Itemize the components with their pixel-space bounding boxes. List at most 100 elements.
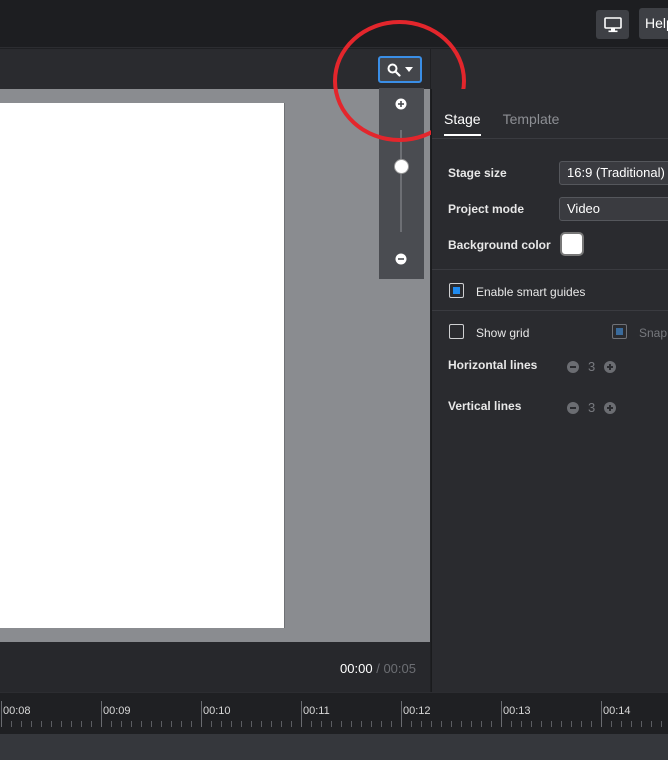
vertical-lines-label: Vertical lines xyxy=(448,399,522,413)
timeline-minor-tick xyxy=(641,721,642,727)
timeline-minor-tick xyxy=(461,721,462,727)
time-separator: / xyxy=(376,661,380,676)
preview-monitor-button[interactable] xyxy=(596,10,629,39)
zoom-out-icon[interactable] xyxy=(395,253,407,265)
timeline-tick-label: 00:10 xyxy=(203,705,231,717)
timeline-minor-tick xyxy=(381,721,382,727)
timeline-tick-label: 00:09 xyxy=(103,705,131,717)
stage-canvas[interactable] xyxy=(0,103,285,628)
monitor-icon xyxy=(603,16,622,32)
timeline-minor-tick xyxy=(191,721,192,727)
timeline-tick-label: 00:12 xyxy=(403,705,431,717)
timeline-major-tick xyxy=(1,701,2,727)
timeline-minor-tick xyxy=(91,721,92,727)
timeline-minor-tick xyxy=(111,721,112,727)
project-mode-select[interactable]: Video xyxy=(559,197,668,221)
timeline-minor-tick xyxy=(271,721,272,727)
timeline-minor-tick xyxy=(241,721,242,727)
timeline-minor-tick xyxy=(591,721,592,727)
snap-checkbox[interactable] xyxy=(612,324,627,339)
timeline-minor-tick xyxy=(651,721,652,727)
timeline-major-tick xyxy=(101,701,102,727)
show-grid-label: Show grid xyxy=(476,326,530,340)
timeline-minor-tick xyxy=(371,721,372,727)
timeline-minor-tick xyxy=(281,721,282,727)
timeline-minor-tick xyxy=(321,721,322,727)
zoom-dropdown-button[interactable] xyxy=(378,56,422,83)
zoom-slider-thumb[interactable] xyxy=(394,158,409,174)
timeline-minor-tick xyxy=(21,721,22,727)
smart-guides-checkbox[interactable] xyxy=(449,283,464,298)
timecode-display: 00:00 / 00:05 xyxy=(340,661,416,676)
zoom-slider-track[interactable] xyxy=(400,130,402,232)
project-mode-label: Project mode xyxy=(448,202,525,216)
stage-size-label: Stage size xyxy=(448,166,507,180)
timeline-major-tick xyxy=(201,701,202,727)
timeline-minor-tick xyxy=(621,721,622,727)
timeline-minor-tick xyxy=(481,721,482,727)
timeline-track[interactable] xyxy=(0,734,668,760)
timeline-minor-tick xyxy=(31,721,32,727)
timeline-minor-tick xyxy=(291,721,292,727)
show-grid-checkbox[interactable] xyxy=(449,324,464,339)
tab-template[interactable]: Template xyxy=(503,111,560,136)
timeline-minor-tick xyxy=(581,721,582,727)
timeline-minor-tick xyxy=(411,721,412,727)
timeline-minor-tick xyxy=(51,721,52,727)
timeline-minor-tick xyxy=(131,721,132,727)
timeline-minor-tick xyxy=(571,721,572,727)
timeline-minor-tick xyxy=(261,721,262,727)
timeline-minor-tick xyxy=(431,721,432,727)
stage-size-select[interactable]: 16:9 (Traditional) xyxy=(559,161,668,185)
minus-circle-icon[interactable] xyxy=(567,360,579,373)
plus-circle-icon[interactable] xyxy=(604,360,617,373)
tab-stage[interactable]: Stage xyxy=(444,111,481,136)
section-divider xyxy=(432,310,668,311)
tab-divider xyxy=(432,138,668,139)
total-time: 00:05 xyxy=(383,661,416,676)
timeline-major-tick xyxy=(301,701,302,727)
horizontal-lines-label: Horizontal lines xyxy=(448,358,538,372)
timeline-minor-tick xyxy=(341,721,342,727)
section-divider xyxy=(432,269,668,270)
snap-label: Snap xyxy=(639,326,668,340)
timeline-minor-tick xyxy=(521,721,522,727)
horizontal-lines-value: 3 xyxy=(588,359,596,374)
timeline-minor-tick xyxy=(611,721,612,727)
timeline-tick-label: 00:13 xyxy=(503,705,531,717)
timeline-minor-tick xyxy=(541,721,542,727)
timeline-minor-tick xyxy=(351,721,352,727)
timeline-minor-tick xyxy=(331,721,332,727)
timeline-tick-label: 00:14 xyxy=(603,705,631,717)
timeline-minor-tick xyxy=(161,721,162,727)
help-button[interactable]: Help xyxy=(639,8,668,39)
timeline-major-tick xyxy=(401,701,402,727)
timeline-minor-tick xyxy=(171,721,172,727)
timeline-minor-tick xyxy=(141,721,142,727)
background-color-swatch[interactable] xyxy=(560,232,584,256)
panel-tabs: Stage Template xyxy=(444,111,559,136)
timeline-minor-tick xyxy=(121,721,122,727)
top-bar: Help xyxy=(0,0,668,48)
timeline-tick-label: 00:08 xyxy=(3,705,31,717)
timeline-minor-tick xyxy=(151,721,152,727)
timeline-minor-tick xyxy=(491,721,492,727)
timeline-minor-tick xyxy=(71,721,72,727)
panel-header xyxy=(431,49,668,89)
plus-circle-icon[interactable] xyxy=(604,401,617,414)
vertical-lines-value: 3 xyxy=(588,400,596,415)
timeline-minor-tick xyxy=(511,721,512,727)
minus-circle-icon[interactable] xyxy=(567,401,579,414)
vertical-lines-stepper: 3 xyxy=(567,400,617,415)
timeline-minor-tick xyxy=(231,721,232,727)
timeline-ruler[interactable]: 00:08 00:09 00:10 00:11 00:12 00:13 00:14 xyxy=(0,692,668,734)
current-time: 00:00 xyxy=(340,661,373,676)
timeline-minor-tick xyxy=(41,721,42,727)
timeline-minor-tick xyxy=(531,721,532,727)
zoom-in-icon[interactable] xyxy=(395,98,407,110)
timeline-minor-tick xyxy=(361,721,362,727)
timeline-minor-tick xyxy=(451,721,452,727)
timeline-minor-tick xyxy=(631,721,632,727)
timeline-minor-tick xyxy=(61,721,62,727)
background-color-label: Background color xyxy=(448,238,551,252)
